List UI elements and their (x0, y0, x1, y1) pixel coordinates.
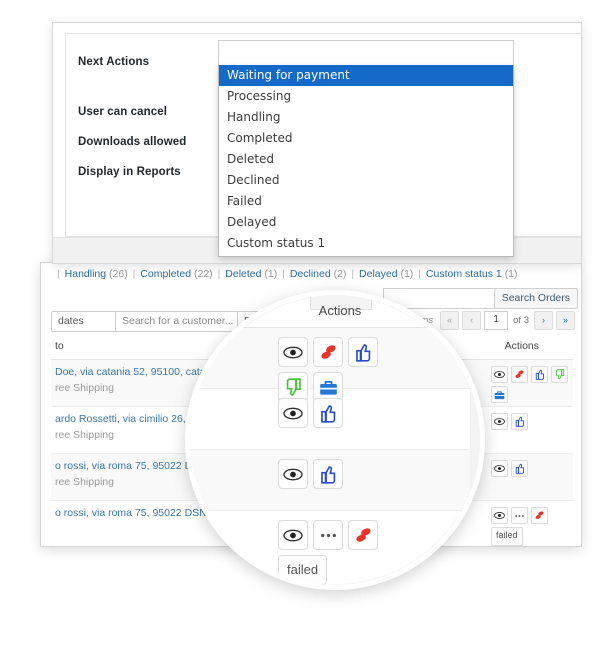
pagination-current-page-input[interactable]: 1 (484, 311, 509, 330)
dropdown-option-custom-status-1[interactable]: Custom status 1 (219, 233, 513, 254)
ellipsis-icon[interactable] (511, 507, 528, 524)
dropdown-option-completed[interactable]: Completed (219, 128, 513, 149)
order-shipping: ree Shipping (55, 476, 114, 488)
eye-icon[interactable] (491, 413, 508, 430)
field-label-display-in-reports: Display in Reports (78, 166, 181, 178)
search-orders-button[interactable]: Search Orders (493, 288, 578, 309)
blue-briefcase-icon[interactable] (491, 386, 508, 403)
status-link-handling[interactable]: Handling (65, 268, 106, 280)
dropdown-option-delayed[interactable]: Delayed (219, 212, 513, 233)
ellipsis-icon[interactable] (313, 520, 343, 550)
status-count-declined: (2) (333, 268, 347, 280)
dropdown-option-failed[interactable]: Failed (219, 191, 513, 212)
magnified-table-row[interactable] (190, 389, 470, 450)
column-header-ship-to: to (55, 340, 64, 352)
magnified-rows: failed (190, 328, 470, 590)
dropdown-option-deleted[interactable]: Deleted (219, 149, 513, 170)
order-shipping: ree Shipping (55, 382, 114, 394)
magnified-table-row[interactable] (190, 450, 470, 511)
red-blobs-icon[interactable] (531, 507, 548, 524)
magnified-order-actions (278, 398, 388, 428)
eye-icon[interactable] (278, 520, 308, 550)
eye-icon[interactable] (278, 398, 308, 428)
pagination-last-button[interactable]: » (556, 311, 575, 330)
order-actions (491, 460, 571, 477)
dropdown-option-waiting-for-payment[interactable]: Waiting for payment (219, 65, 513, 86)
dropdown-option-processing[interactable]: Processing (219, 86, 513, 107)
green-thumbs-down-icon[interactable] (551, 366, 568, 383)
status-link-delayed[interactable]: Delayed (359, 268, 398, 280)
field-label-user-can-cancel: User can cancel (78, 106, 168, 118)
order-shipping: ree Shipping (55, 429, 114, 441)
status-link-completed[interactable]: Completed (140, 268, 191, 280)
status-count-completed: (22) (194, 268, 213, 280)
dropdown-option-handling[interactable]: Handling (219, 107, 513, 128)
pagination-next-button[interactable]: › (534, 311, 553, 330)
blue-thumbs-up-icon[interactable] (511, 460, 528, 477)
magnified-table-row[interactable]: failed (190, 511, 470, 585)
red-blobs-icon[interactable] (511, 366, 528, 383)
status-link-custom-status-1[interactable]: Custom status 1 (426, 268, 502, 280)
order-actions (491, 413, 571, 430)
status-count-deleted: (1) (264, 268, 278, 280)
status-filter-links: | Handling (26) | Completed (22) | Delet… (57, 268, 518, 280)
red-blobs-icon[interactable] (313, 337, 343, 367)
magnified-order-status-badge: failed (278, 555, 328, 585)
status-link-declined[interactable]: Declined (290, 268, 331, 280)
filter-dates-label: dates (58, 315, 84, 327)
pagination-total-pages: of 3 (513, 315, 529, 326)
blue-thumbs-up-icon[interactable] (313, 459, 343, 489)
eye-icon[interactable] (491, 460, 508, 477)
order-actions (491, 366, 571, 403)
status-count-custom-status-1: (1) (504, 268, 518, 280)
status-link-deleted[interactable]: Deleted (225, 268, 261, 280)
magnified-table-row[interactable] (190, 328, 470, 402)
magnified-column-header-actions: Actions (318, 303, 362, 318)
blue-thumbs-up-icon[interactable] (348, 337, 378, 367)
field-label-downloads-allowed: Downloads allowed (78, 136, 187, 148)
blue-thumbs-up-icon[interactable] (531, 366, 548, 383)
magnifier-lens: Actions failed (185, 290, 485, 590)
status-count-delayed: (1) (400, 268, 414, 280)
column-header-actions: Actions (504, 340, 539, 352)
dropdown-option-declined[interactable]: Declined (219, 170, 513, 191)
field-label-next-actions: Next Actions (78, 56, 150, 68)
blue-thumbs-up-icon[interactable] (511, 413, 528, 430)
next-actions-dropdown[interactable]: Waiting for payment Processing Handling … (218, 65, 514, 257)
red-blobs-icon[interactable] (348, 520, 378, 550)
eye-icon[interactable] (491, 366, 508, 383)
magnified-order-actions (278, 459, 388, 489)
status-count-handling: (26) (109, 268, 128, 280)
magnified-order-actions: failed (278, 520, 388, 585)
eye-icon[interactable] (278, 337, 308, 367)
order-status-badge: failed (491, 527, 523, 546)
blue-thumbs-up-icon[interactable] (313, 398, 343, 428)
magnified-table-row[interactable] (190, 588, 470, 590)
eye-icon[interactable] (278, 459, 308, 489)
order-actions: failed (491, 507, 571, 546)
eye-icon[interactable] (491, 507, 508, 524)
magnifier-content: Actions failed (190, 295, 480, 590)
